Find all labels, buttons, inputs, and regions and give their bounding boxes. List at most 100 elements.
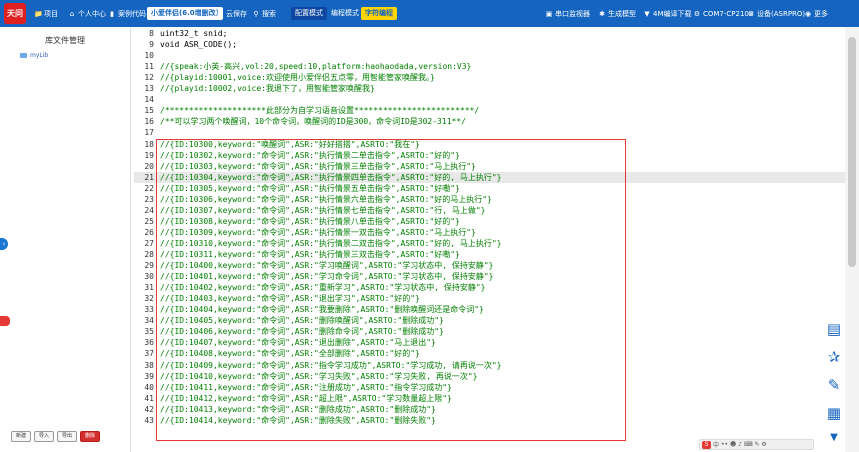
lightning-icon: ✱ (599, 10, 605, 18)
toolbar-personal-center[interactable]: ⌂ 个人中心 (68, 9, 106, 19)
line-number: 36 (144, 338, 154, 348)
code-line[interactable]: 36 //{ID:10407,keyword:"命令词",ASR:"退出删除",A… (134, 337, 845, 348)
code-text: //{playid:10001,voice:欢迎使用小爱伴侣五点零，用智能管家唤… (160, 73, 435, 83)
device-label: 设备(ASRPRO) (757, 10, 806, 18)
code-line[interactable]: 12 //{playid:10001,voice:欢迎使用小爱伴侣五点零，用智能管… (134, 72, 845, 83)
cloud-save-label: 云保存 (226, 10, 247, 18)
code-text: //{ID:10300,keyword:"唤醒词",ASR:"好好搭搭",ASR… (160, 139, 420, 149)
code-line[interactable]: 35 //{ID:10406,keyword:"命令词",ASR:"删除命令词",… (134, 326, 845, 337)
code-line[interactable]: 34 //{ID:10405,keyword:"命令词",ASR:"删除唤醒词",… (134, 315, 845, 326)
ime-toolbar[interactable]: S 中 •• ☻ ♪ ⌨ ✎ ⚙ (699, 439, 814, 450)
save-icon: ▣ (216, 10, 224, 18)
code-text: //{ID:10405,keyword:"命令词",ASR:"删除唤醒词",AS… (160, 316, 444, 326)
code-text: //{ID:10401,keyword:"命令词",ASR:"学习命令词",AS… (160, 272, 494, 282)
line-number: 19 (144, 150, 154, 160)
code-icon: ▮ (110, 10, 114, 18)
code-line[interactable]: 18 //{ID:10300,keyword:"唤醒词",ASR:"好好搭搭",A… (134, 139, 845, 150)
code-text: //{ID:10412,keyword:"命令词",ASR:"超上限",ASRT… (160, 393, 452, 403)
code-line[interactable]: 20 //{ID:10303,keyword:"命令词",ASR:"执行情景三单击… (134, 161, 845, 172)
editor-scrollbar[interactable] (845, 27, 859, 452)
compile-download-button[interactable]: ▼ 4M编译下载 (643, 9, 692, 19)
scrollbar-thumb[interactable] (848, 37, 856, 267)
serial-monitor-button[interactable]: ▣ 串口监视器 (545, 9, 590, 19)
line-number: 18 (144, 139, 154, 149)
line-number: 11 (144, 62, 154, 72)
code-line[interactable]: 42 //{ID:10413,keyword:"命令词",ASR:"删除成功",A… (134, 404, 845, 415)
line-number: 43 (144, 415, 154, 425)
toolbar-examples[interactable]: ▮ 案例代码 (108, 9, 146, 19)
code-line[interactable]: 23 //{ID:10306,keyword:"命令词",ASR:"执行情景六单击… (134, 194, 845, 205)
pin-icon[interactable] (0, 316, 10, 326)
library-sidebar: 库文件管理 myLib 新建 导入 导出 删除 (0, 27, 131, 452)
line-number: 29 (144, 261, 154, 271)
import-library-button[interactable]: 导入 (34, 431, 54, 442)
code-line[interactable]: 15 /*********************此部分为自学习语音设置*****… (134, 105, 845, 116)
code-line[interactable]: 38 //{ID:10409,keyword:"命令词",ASR:"指令学习成功"… (134, 360, 845, 371)
folder-icon (20, 53, 27, 58)
port-selector[interactable]: ⚙ COM7-CP210x (693, 9, 753, 19)
code-line[interactable]: 27 //{ID:10310,keyword:"命令词",ASR:"执行情景二双击… (134, 238, 845, 249)
code-line[interactable]: 22 //{ID:10305,keyword:"命令词",ASR:"执行情景五单击… (134, 183, 845, 194)
code-line[interactable]: 21 //{ID:10304,keyword:"命令词",ASR:"执行情景四单击… (134, 171, 845, 183)
code-line[interactable]: 14 (134, 94, 845, 105)
download-icon: ▼ (644, 10, 650, 18)
compile-download-label: 4M编译下载 (653, 10, 692, 18)
project-name-field[interactable]: 小爱伴侣(6.0增删改) (147, 7, 223, 20)
code-line[interactable]: 32 //{ID:10403,keyword:"命令词",ASR:"退出学习",A… (134, 293, 845, 304)
code-line[interactable]: 29 //{ID:10400,keyword:"命令词",ASR:"学习唤醒词",… (134, 260, 845, 271)
code-editor[interactable]: 8 uint32_t snid; 9 void ASR_CODE(); 10 11 //{s… (134, 27, 845, 452)
code-text: //{ID:10400,keyword:"命令词",ASR:"学习唤醒词",AS… (160, 261, 494, 271)
code-line[interactable]: 10 (134, 50, 845, 61)
search-button[interactable]: ⚲ 搜索 (252, 9, 276, 19)
code-line[interactable]: 28 //{ID:10311,keyword:"命令词",ASR:"执行情景三双击… (134, 249, 845, 260)
image-edit-icon[interactable]: ▤ (823, 318, 845, 340)
code-text: //{ID:10408,keyword:"命令词",ASR:"全部删除",ASR… (160, 349, 420, 359)
code-line[interactable]: 13 //{playid:10002,voice:我退下了，用智能管家唤醒我} (134, 83, 845, 94)
code-text: //{playid:10002,voice:我退下了，用智能管家唤醒我} (160, 84, 375, 94)
export-library-button[interactable]: 导出 (57, 431, 77, 442)
code-line[interactable]: 25 //{ID:10308,keyword:"命令词",ASR:"执行情景八单击… (134, 216, 845, 227)
code-line[interactable]: 41 //{ID:10412,keyword:"命令词",ASR:"超上限",AS… (134, 393, 845, 404)
notes-icon[interactable]: ✎ (823, 374, 845, 396)
code-line[interactable]: 9 void ASR_CODE(); (134, 39, 845, 50)
toolbar-projects[interactable]: 📁 项目 (34, 9, 58, 19)
new-library-button[interactable]: 新建 (11, 431, 31, 442)
code-line[interactable]: 31 //{ID:10402,keyword:"命令词",ASR:"重新学习",A… (134, 282, 845, 293)
code-line[interactable]: 19 //{ID:10302,keyword:"命令词",ASR:"执行情景二单击… (134, 150, 845, 161)
line-number: 26 (144, 227, 154, 237)
code-line[interactable]: 24 //{ID:10307,keyword:"命令词",ASR:"执行情景七单击… (134, 205, 845, 216)
scroll-down-icon[interactable]: ▼ (823, 426, 845, 448)
line-number: 16 (144, 117, 154, 127)
code-text: uint32_t snid; (160, 29, 228, 38)
delete-library-button[interactable]: 删除 (80, 431, 100, 442)
code-line[interactable]: 17 (134, 127, 845, 138)
line-number: 39 (144, 371, 154, 381)
mode-program-tab[interactable]: 编程模式 (327, 7, 363, 20)
library-item-mylib[interactable]: myLib (20, 52, 48, 59)
mode-char-tab[interactable]: 字符编程 (361, 7, 397, 20)
code-line[interactable]: 37 //{ID:10408,keyword:"命令词",ASR:"全部删除",A… (134, 348, 845, 359)
code-line[interactable]: 8 uint32_t snid; (134, 28, 845, 39)
code-line[interactable]: 43 //{ID:10414,keyword:"命令词",ASR:"删除失败",A… (134, 415, 845, 426)
code-text: //{ID:10309,keyword:"命令词",ASR:"执行情景一双击指令… (160, 227, 476, 237)
line-number: 13 (144, 84, 154, 94)
qr-code-icon[interactable]: ▦ (823, 402, 845, 424)
code-line[interactable]: 11 //{speak:小英-高兴,vol:20,speed:10,platfor… (134, 61, 845, 72)
code-line[interactable]: 40 //{ID:10411,keyword:"命令词",ASR:"注册成功",A… (134, 382, 845, 393)
device-selector[interactable]: ⚙ 设备(ASRPRO) (747, 9, 805, 19)
code-line[interactable]: 30 //{ID:10401,keyword:"命令词",ASR:"学习命令词",… (134, 271, 845, 282)
line-number: 34 (144, 316, 154, 326)
line-number: 10 (144, 51, 154, 61)
code-line[interactable]: 26 //{ID:10309,keyword:"命令词",ASR:"执行情景一双击… (134, 227, 845, 238)
code-line[interactable]: 16 /**可以学习两个唤醒词，10个命令词，唤醒词的ID是300，命令词ID是3… (134, 116, 845, 127)
code-text: //{ID:10402,keyword:"命令词",ASR:"重新学习",ASR… (160, 283, 486, 293)
generate-model-button[interactable]: ✱ 生成模型 (598, 9, 636, 19)
more-button[interactable]: ◉ 更多 (804, 9, 828, 19)
share-icon[interactable]: ✰ (823, 346, 845, 368)
code-text: //{ID:10303,keyword:"命令词",ASR:"执行情景三单击指令… (160, 161, 476, 171)
code-line[interactable]: 39 //{ID:10410,keyword:"命令词",ASR:"学习失败",A… (134, 371, 845, 382)
mode-config-tab[interactable]: 配置模式 (291, 7, 327, 20)
code-text: //{ID:10414,keyword:"命令词",ASR:"删除失败",ASR… (160, 415, 436, 425)
cloud-save-button[interactable]: ▣ 云保存 (216, 9, 247, 19)
code-line[interactable]: 33 //{ID:10404,keyword:"命令词",ASR:"我要删除",A… (134, 304, 845, 315)
